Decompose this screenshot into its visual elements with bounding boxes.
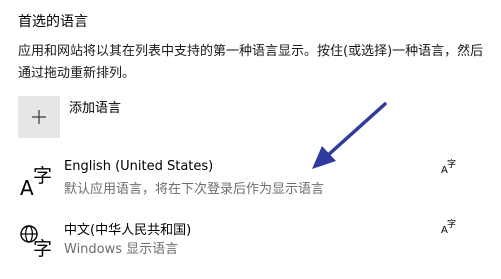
svg-text:A: A: [20, 176, 34, 198]
svg-text:字: 字: [447, 218, 456, 230]
globe-language-icon: 字: [20, 225, 52, 258]
svg-text:字: 字: [33, 238, 52, 258]
language-subtitle: Windows 显示语言: [64, 242, 179, 257]
language-item-chinese[interactable]: 字 中文(中华人民共和国) Windows 显示语言 A 字: [0, 216, 501, 266]
svg-text:字: 字: [447, 158, 456, 170]
language-icon: A 字: [20, 165, 52, 198]
add-language-label: 添加语言: [69, 101, 122, 116]
add-language-button[interactable]: 添加语言: [18, 96, 121, 138]
language-name: 中文(中华人民共和国): [64, 223, 192, 238]
display-language-icon: A 字: [441, 158, 456, 175]
display-language-icon: A 字: [441, 218, 456, 235]
language-subtitle: 默认应用语言，将在下次登录后作为显示语言: [64, 182, 325, 197]
section-description: 应用和网站将以其在列表中支持的第一种语言显示。按住(或选择)一种语言，然后通过拖…: [18, 44, 484, 81]
svg-text:字: 字: [33, 165, 52, 187]
language-item-english[interactable]: A 字 English (United States) 默认应用语言，将在下次登…: [0, 156, 501, 206]
add-language-tile[interactable]: [18, 96, 60, 138]
section-title: 首选的语言: [18, 14, 88, 30]
plus-icon: [32, 110, 46, 124]
language-name: English (United States): [64, 159, 214, 174]
